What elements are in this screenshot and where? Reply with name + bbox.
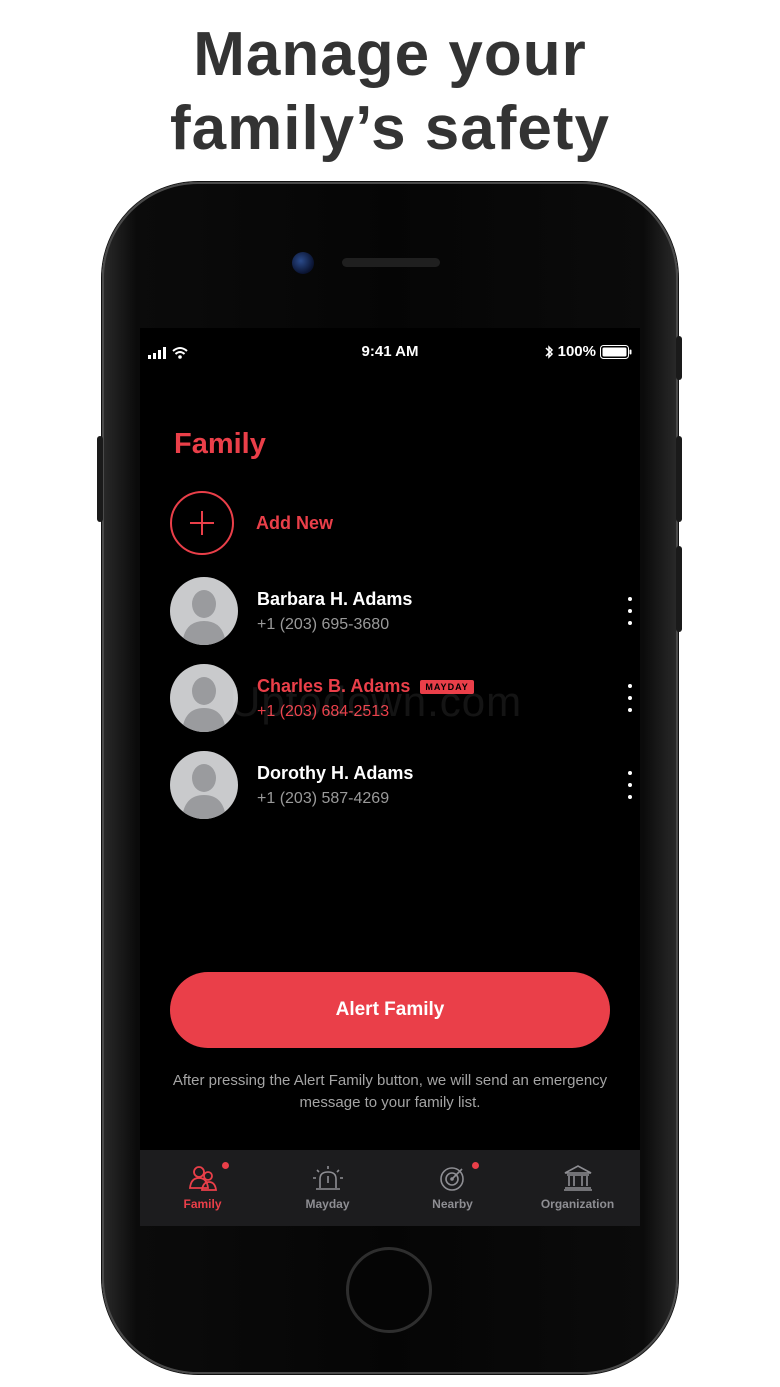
page-title: Family [174, 428, 266, 460]
member-phone: +1 (203) 695-3680 [257, 616, 390, 633]
phone-screen: 9:41 AM 100% Family Add New Barbara H. A… [140, 328, 640, 1226]
home-button[interactable] [346, 1247, 432, 1333]
tab-label: Mayday [305, 1197, 350, 1211]
add-new-label[interactable]: Add New [256, 513, 333, 534]
tab-label: Family [183, 1197, 222, 1211]
radar-icon [439, 1167, 464, 1191]
tab-family[interactable]: Family [140, 1150, 265, 1226]
side-button-left [97, 436, 103, 522]
person-silhouette-icon [182, 764, 226, 819]
side-button-right-lower [676, 546, 682, 632]
member-name: Dorothy H. Adams [257, 763, 414, 783]
headline: Manage your family’s safety [0, 18, 780, 166]
tab-organization[interactable]: Organization [515, 1150, 640, 1226]
watermark: Uptodown.com [230, 678, 523, 725]
earpiece-speaker [342, 258, 440, 267]
siren-icon [312, 1166, 343, 1190]
avatar [170, 577, 238, 645]
member-name: Barbara H. Adams [257, 589, 413, 609]
battery-percent: 100% [557, 343, 596, 360]
alert-description: After pressing the Alert Family button, … [172, 1072, 608, 1111]
battery-icon [600, 344, 632, 359]
more-options-icon[interactable] [622, 771, 638, 799]
headline-line-2: family’s safety [169, 94, 611, 163]
tab-label: Organization [540, 1197, 615, 1211]
tab-label: Nearby [432, 1197, 473, 1211]
more-options-icon[interactable] [622, 597, 638, 625]
battery-status: 100% [544, 343, 632, 360]
headline-line-1: Manage your [193, 20, 587, 89]
person-silhouette-icon [182, 590, 226, 645]
add-circle[interactable] [170, 491, 234, 555]
side-button-power [676, 336, 682, 380]
bank-icon [563, 1165, 592, 1191]
side-button-right-upper [676, 436, 682, 522]
tab-mayday[interactable]: Mayday [265, 1150, 390, 1226]
add-new-member-button[interactable]: Add New [170, 491, 333, 555]
bluetooth-icon [545, 344, 553, 359]
status-bar: 9:41 AM 100% [140, 340, 640, 364]
member-row-dorothy[interactable]: Dorothy H. Adams +1 (203) 587-4269 [170, 751, 632, 819]
more-options-icon[interactable] [622, 684, 638, 712]
bottom-tab-bar: Family Mayday Nearby Organization [140, 1150, 640, 1226]
alert-family-button[interactable]: Alert Family [170, 972, 610, 1048]
tab-nearby[interactable]: Nearby [390, 1150, 515, 1226]
plus-icon [190, 511, 214, 535]
avatar [170, 664, 238, 732]
person-silhouette-icon [182, 677, 226, 732]
tab-notification-dot [472, 1162, 479, 1169]
tab-notification-dot [222, 1162, 229, 1169]
member-row-barbara[interactable]: Barbara H. Adams +1 (203) 695-3680 [170, 577, 632, 645]
family-icon [188, 1166, 217, 1191]
avatar [170, 751, 238, 819]
front-camera [292, 252, 314, 274]
member-phone: +1 (203) 587-4269 [257, 790, 390, 807]
